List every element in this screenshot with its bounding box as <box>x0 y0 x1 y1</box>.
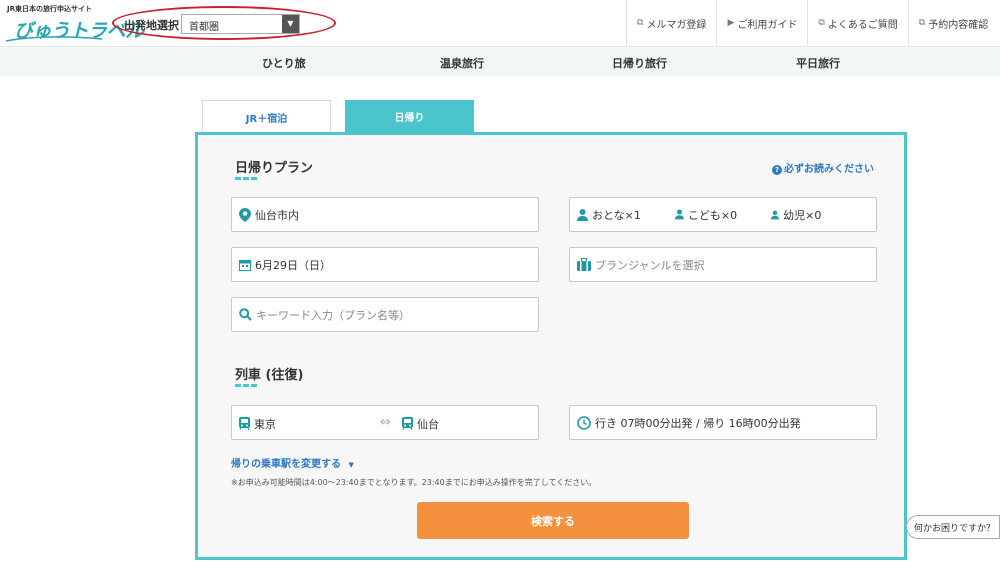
map-pin-icon <box>239 207 251 222</box>
header-link-reservation[interactable]: ⧉ 予約内容確認 <box>907 0 998 46</box>
swap-arrows-icon[interactable]: ⇔ <box>380 415 391 430</box>
notice-label: 必ずお読みください <box>784 164 874 175</box>
destination-value: 仙台市内 <box>255 208 299 222</box>
header-link-faq[interactable]: ⧉ よくあるご質問 <box>807 0 907 46</box>
change-return-station-link[interactable]: 帰りの乗車駅を変更する ▼ <box>231 455 354 470</box>
travellers-field[interactable]: おとな×1 こども×0 幼児×0 <box>569 197 877 232</box>
adults-count: おとな×1 <box>592 208 641 222</box>
keyword-placeholder: キーワード入力（プラン名等） <box>256 308 410 322</box>
departure-select[interactable]: 首都圏 ▼ <box>181 14 300 34</box>
header-link-label: 予約内容確認 <box>928 19 989 31</box>
question-icon: ? <box>772 165 782 175</box>
train-section-title: 列車 (往復) <box>235 368 304 383</box>
chevron-down-icon: ▼ <box>282 15 299 33</box>
to-station[interactable]: 仙台 <box>402 406 439 441</box>
search-panel: 日帰りプラン ? 必ずお読みください 仙台市内 おとな×1 こども×0 幼児×0 … <box>195 132 907 560</box>
infants-count: 幼児×0 <box>783 208 822 222</box>
section-underline <box>235 177 257 180</box>
train-icon <box>402 417 413 430</box>
category-nav: ひとり旅 温泉旅行 日帰り旅行 平日旅行 <box>0 46 1000 76</box>
departure-label: 出発地選択 <box>124 19 179 32</box>
search-button[interactable]: 検索する <box>417 502 689 539</box>
notice-link[interactable]: ? 必ずお読みください <box>772 160 874 175</box>
time-limit-note: ※お申込み可能時間は4:00〜23:40までとなります。23:40までにお申込み… <box>231 478 597 487</box>
person-icon <box>577 208 588 221</box>
keyword-input[interactable]: キーワード入力（プラン名等） <box>231 297 539 332</box>
suitcase-icon <box>577 258 591 271</box>
search-icon <box>239 308 252 321</box>
date-value: 6月29日（日） <box>255 258 331 272</box>
departure-value: 首都圏 <box>189 22 219 33</box>
help-chat-button[interactable]: 何かお困りですか？ <box>906 515 1000 539</box>
site-header: JR東日本の旅行申込サイト びゅうトラベル 出発地選択 首都圏 ▼ ⧉ メルマガ… <box>0 0 1000 46</box>
category-onsen-trip[interactable]: 温泉旅行 <box>440 55 484 71</box>
plan-section-title: 日帰りプラン <box>235 161 314 176</box>
external-link-icon: ⧉ <box>637 18 644 28</box>
train-route-field[interactable]: 東京 ⇔ 仙台 <box>231 405 539 440</box>
children-count: こども×0 <box>687 208 738 222</box>
calendar-icon <box>239 259 251 271</box>
triangle-right-icon: ▶ <box>727 18 735 28</box>
header-link-label: よくあるご質問 <box>827 19 898 31</box>
logo-swoosh-icon <box>5 36 103 42</box>
header-links: ⧉ メルマガ登録 ▶ ご利用ガイド ⧉ よくあるご質問 ⧉ 予約内容確認 <box>626 0 998 46</box>
header-link-guide[interactable]: ▶ ご利用ガイド <box>716 0 807 46</box>
from-station[interactable]: 東京 <box>239 406 276 441</box>
from-station-name: 東京 <box>254 417 276 431</box>
category-day-trip[interactable]: 日帰り旅行 <box>612 55 667 71</box>
plan-genre-placeholder: プランジャンルを選択 <box>595 258 705 272</box>
site-logo[interactable]: JR東日本の旅行申込サイト びゅうトラベル <box>4 4 144 44</box>
to-station-name: 仙台 <box>417 417 439 431</box>
header-link-label: メルマガ登録 <box>646 19 707 31</box>
train-times: 行き 07時00分出発 / 帰り 16時00分出発 <box>595 416 801 430</box>
header-link-label: ご利用ガイド <box>737 19 798 31</box>
tab-jr-hotel[interactable]: JR＋宿泊 <box>202 100 331 133</box>
category-weekday-trip[interactable]: 平日旅行 <box>796 55 840 71</box>
category-solo-trip[interactable]: ひとり旅 <box>262 55 306 71</box>
external-link-icon: ⧉ <box>818 18 825 28</box>
clock-icon <box>577 415 591 430</box>
caret-down-icon: ▼ <box>348 461 354 469</box>
change-return-station-label: 帰りの乗車駅を変更する <box>231 459 341 470</box>
tab-day-trip[interactable]: 日帰り <box>345 100 474 133</box>
destination-field[interactable]: 仙台市内 <box>231 197 539 232</box>
logo-subtitle: JR東日本の旅行申込サイト <box>7 5 92 13</box>
plan-genre-select[interactable]: プランジャンルを選択 <box>569 247 877 282</box>
person-icon <box>771 210 780 220</box>
date-field[interactable]: 6月29日（日） <box>231 247 539 282</box>
person-icon <box>674 209 684 220</box>
train-time-field[interactable]: 行き 07時00分出発 / 帰り 16時00分出発 <box>569 405 877 440</box>
section-underline <box>235 384 257 387</box>
header-link-mailmagazine[interactable]: ⧉ メルマガ登録 <box>626 0 716 46</box>
train-icon <box>239 417 250 430</box>
external-link-icon: ⧉ <box>918 18 926 28</box>
